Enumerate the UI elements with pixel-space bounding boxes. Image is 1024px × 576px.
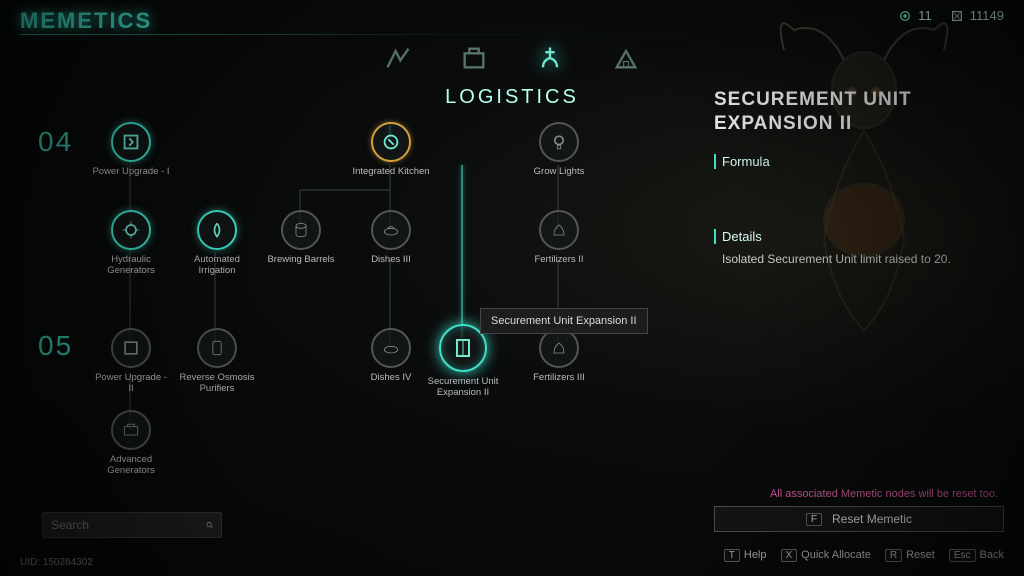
tree-title: LOGISTICS — [445, 86, 579, 109]
category-tab-3-selected[interactable] — [532, 40, 568, 76]
currency-1: 11 — [898, 8, 932, 23]
node-dishes-3[interactable]: Dishes III — [352, 210, 430, 265]
hint-reset: RReset — [885, 549, 935, 562]
node-hydraulic-generators[interactable]: Hydraulic Generators — [92, 210, 170, 277]
currency-2-value: 11149 — [970, 8, 1004, 23]
header-divider — [20, 34, 724, 35]
node-power-upgrade-2[interactable]: Power Upgrade - II — [92, 328, 170, 395]
reset-label: Reset Memetic — [832, 512, 912, 526]
category-tab-2[interactable] — [456, 40, 492, 76]
reset-memetic-button[interactable]: F Reset Memetic — [714, 506, 1004, 532]
details-heading: Details — [714, 229, 1004, 244]
node-power-upgrade-1[interactable]: Power Upgrade - I — [92, 122, 170, 177]
search-box[interactable] — [42, 512, 222, 538]
node-grow-lights[interactable]: Grow Lights — [520, 122, 598, 177]
node-securement-unit-expansion-2[interactable]: Securement Unit Expansion II — [424, 324, 502, 399]
node-dishes-4[interactable]: Dishes IV — [352, 328, 430, 383]
node-advanced-generators[interactable]: Advanced Generators — [92, 410, 170, 477]
node-tooltip: Securement Unit Expansion II — [480, 308, 648, 334]
detail-title: SECUREMENT UNIT EXPANSION II — [714, 88, 1004, 136]
search-icon — [206, 518, 213, 532]
uid-label: UID: 150264302 — [20, 557, 93, 568]
currency-2-icon — [950, 9, 964, 23]
node-integrated-kitchen[interactable]: Integrated Kitchen — [352, 122, 430, 177]
hint-bar: THelp XQuick Allocate RReset EscBack — [724, 549, 1004, 562]
node-fertilizers-2[interactable]: Fertilizers II — [520, 210, 598, 265]
hint-quick: XQuick Allocate — [781, 549, 871, 562]
formula-heading: Formula — [714, 154, 1004, 169]
category-tabs — [380, 40, 644, 76]
node-reverse-osmosis[interactable]: Reverse Osmosis Purifiers — [178, 328, 256, 395]
node-automated-irrigation[interactable]: Automated Irrigation — [178, 210, 256, 277]
skill-tree: 04 05 Power Upgrade - I Integrated Kitch… — [30, 110, 690, 510]
hint-back: EscBack — [949, 549, 1004, 562]
reset-warning: All associated Memetic nodes will be res… — [770, 488, 998, 500]
currency-1-icon — [898, 9, 912, 23]
reset-key: F — [806, 513, 822, 526]
detail-panel: SECUREMENT UNIT EXPANSION II Formula Det… — [714, 88, 1004, 266]
currency-1-value: 11 — [918, 8, 932, 23]
hint-help: THelp — [724, 549, 767, 562]
node-fertilizers-3[interactable]: Fertilizers III — [520, 328, 598, 383]
category-tab-4[interactable] — [608, 40, 644, 76]
node-brewing-barrels[interactable]: Brewing Barrels — [262, 210, 340, 265]
tier-label-05: 05 — [38, 330, 73, 362]
currency-2: 11149 — [950, 8, 1004, 23]
category-tab-1[interactable] — [380, 40, 416, 76]
details-text: Isolated Securement Unit limit raised to… — [714, 252, 1004, 266]
search-input[interactable] — [51, 518, 206, 532]
page-title: MEMETICS — [20, 8, 152, 34]
tier-label-04: 04 — [38, 126, 73, 158]
